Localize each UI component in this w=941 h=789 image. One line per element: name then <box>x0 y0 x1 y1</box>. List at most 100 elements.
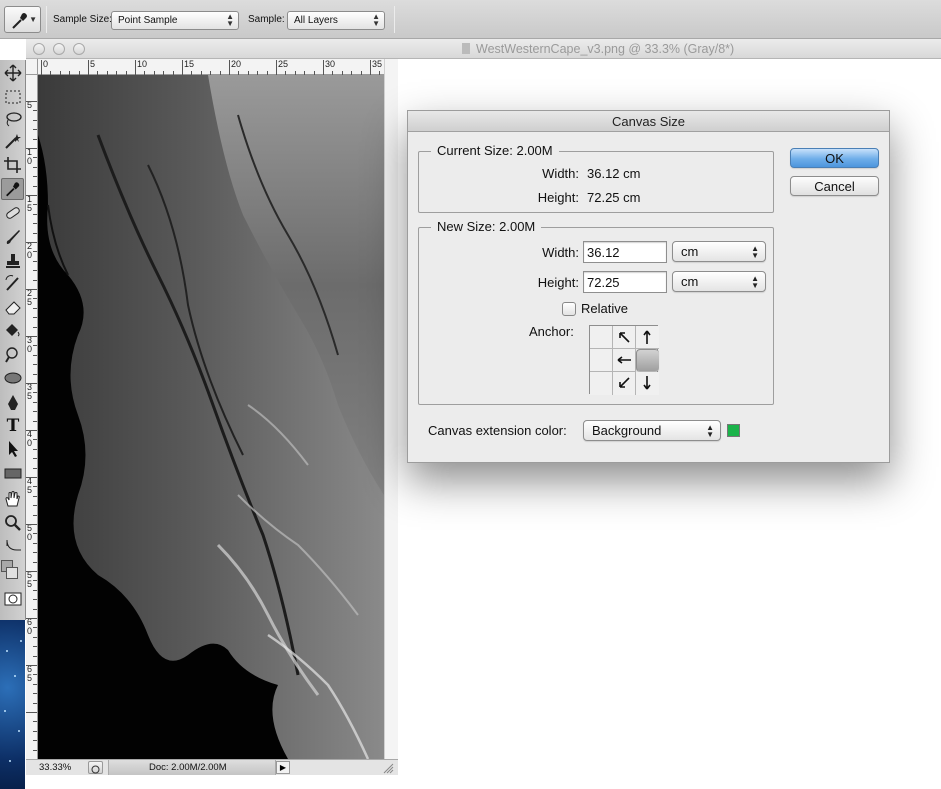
options-bar: ▼ Sample Size: Point Sample ▲ ▼ Sample: A… <box>0 0 941 39</box>
anchor-bottom-left[interactable] <box>590 372 613 395</box>
anchor-middle-right-selected[interactable] <box>636 349 659 372</box>
minimize-window-button[interactable] <box>53 43 65 55</box>
ruler-tick <box>33 420 37 422</box>
anchor-bottom-center[interactable] <box>613 372 636 395</box>
horizontal-ruler[interactable]: 0 5 10 15 20 25 30 35 <box>38 59 390 75</box>
ruler-tick <box>33 138 37 140</box>
anchor-middle-center[interactable] <box>613 349 636 372</box>
width-unit-select[interactable]: cm ▲ ▼ <box>672 241 766 262</box>
ruler-tick <box>33 298 37 300</box>
move-tool-icon[interactable] <box>3 64 23 82</box>
paint-bucket-tool-icon[interactable] <box>3 322 23 340</box>
ruler-tick <box>182 60 183 75</box>
height-unit-select[interactable]: cm ▲ ▼ <box>672 271 766 292</box>
vertical-ruler[interactable]: 5 1 0 1 5 2 0 2 5 3 0 3 5 4 0 4 5 5 0 5 5 6 0 6 5 <box>26 75 38 770</box>
ruler-number: 3 5 <box>27 382 33 401</box>
history-brush-tool-icon[interactable] <box>3 274 23 292</box>
close-window-button[interactable] <box>33 43 45 55</box>
dialog-title: Canvas Size <box>408 111 889 132</box>
zoom-level[interactable]: 33.33% <box>39 762 71 773</box>
ruler-tick <box>33 561 37 563</box>
height-unit-value: cm <box>681 274 699 289</box>
ruler-tick <box>33 721 37 723</box>
lasso-tool-icon[interactable] <box>3 110 23 128</box>
toolbox: T <box>0 60 26 620</box>
ruler-tick <box>26 289 37 290</box>
anchor-bottom-right[interactable] <box>636 372 659 395</box>
status-popup-arrow[interactable]: ▶ <box>276 761 290 774</box>
ruler-tick <box>26 477 37 478</box>
ruler-tick <box>33 608 37 610</box>
canvas-extension-color-swatch[interactable] <box>727 424 740 437</box>
sponge-tool-icon[interactable] <box>3 368 23 386</box>
desktop-background <box>0 620 25 789</box>
anchor-top-left[interactable] <box>590 326 613 349</box>
new-height-value: 72.25 <box>587 275 620 290</box>
ruler-tick <box>33 505 37 507</box>
ruler-number: 5 0 <box>27 523 33 542</box>
eraser-tool-icon[interactable] <box>3 298 23 316</box>
updown-arrows-icon: ▲ ▼ <box>226 12 234 28</box>
status-menu-button[interactable] <box>88 761 103 774</box>
photoshop-screen: ▼ Sample Size: Point Sample ▲ ▼ Sample: A… <box>0 0 941 789</box>
clone-stamp-tool-icon[interactable] <box>3 252 23 270</box>
new-size-legend: New Size: 2.00M <box>431 219 542 234</box>
resize-grip-icon[interactable] <box>382 762 394 774</box>
anchor-middle-left[interactable] <box>590 349 613 372</box>
dodge-tool-icon[interactable] <box>3 346 23 364</box>
quick-mask-icon[interactable] <box>3 590 23 608</box>
ruler-number: 2 0 <box>27 241 33 260</box>
ruler-number: 25 <box>278 59 289 69</box>
path-selection-tool-icon[interactable] <box>3 440 23 458</box>
ruler-tick <box>33 458 37 460</box>
sample-select[interactable]: All Layers ▲ ▼ <box>287 11 385 30</box>
circle-arrow-icon <box>91 765 100 774</box>
chevron-down-icon: ▼ <box>29 15 37 24</box>
pen-tool-icon[interactable] <box>3 394 23 412</box>
background-color-swatch[interactable] <box>6 567 18 579</box>
shape-tool-icon[interactable] <box>3 464 23 482</box>
swap-colors-icon[interactable] <box>3 536 23 554</box>
ruler-tick <box>33 495 37 497</box>
sample-size-select[interactable]: Point Sample ▲ ▼ <box>111 11 239 30</box>
zoom-window-button[interactable] <box>73 43 85 55</box>
brush-tool-icon[interactable] <box>3 228 23 246</box>
ok-button[interactable]: OK <box>790 148 879 168</box>
ruler-tick <box>33 260 37 262</box>
new-width-input[interactable]: 36.12 <box>583 241 667 263</box>
ruler-tick <box>33 411 37 413</box>
ruler-tick <box>33 204 37 206</box>
ruler-tick <box>33 730 37 732</box>
ruler-tick <box>26 665 37 666</box>
hand-tool-icon[interactable] <box>3 490 23 508</box>
type-tool-icon[interactable]: T <box>3 416 23 436</box>
relative-checkbox[interactable] <box>562 302 576 316</box>
cancel-button[interactable]: Cancel <box>790 176 879 196</box>
eyedropper-tool-button[interactable] <box>1 178 24 200</box>
ruler-tick <box>26 712 37 713</box>
anchor-top-center[interactable] <box>613 326 636 349</box>
ruler-number: 3 0 <box>27 335 33 354</box>
ruler-origin[interactable] <box>26 59 38 75</box>
ruler-tick <box>33 636 37 638</box>
magic-wand-tool-icon[interactable] <box>3 132 23 150</box>
ruler-tick <box>33 552 37 554</box>
zoom-tool-icon[interactable] <box>3 514 23 532</box>
sample-label: Sample: <box>248 14 285 25</box>
updown-arrows-icon: ▲ ▼ <box>751 274 759 290</box>
healing-brush-tool-icon[interactable] <box>3 204 23 222</box>
marquee-tool-icon[interactable] <box>3 88 23 106</box>
image-canvas[interactable] <box>38 75 384 759</box>
tool-preset-picker[interactable]: ▼ <box>4 6 41 33</box>
ruler-tick <box>33 533 37 535</box>
current-width-label: Width: <box>542 166 579 181</box>
ruler-tick <box>33 119 37 121</box>
new-height-input[interactable]: 72.25 <box>583 271 667 293</box>
canvas-extension-color-select[interactable]: Background ▲ ▼ <box>583 420 721 441</box>
current-height-label: Height: <box>537 190 579 205</box>
canvas-extension-color-label: Canvas extension color: <box>428 423 567 438</box>
anchor-top-right[interactable] <box>636 326 659 349</box>
crop-tool-icon[interactable] <box>3 156 23 174</box>
ruler-tick <box>33 740 37 742</box>
ruler-tick <box>33 646 37 648</box>
